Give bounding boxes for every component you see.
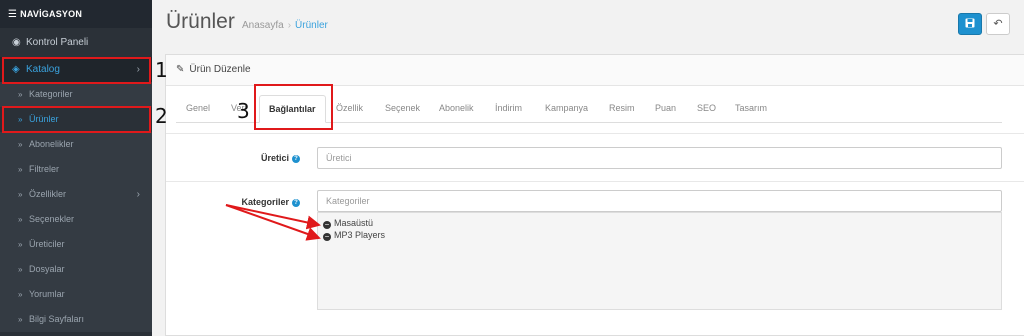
annotation-arrows	[225, 204, 321, 241]
